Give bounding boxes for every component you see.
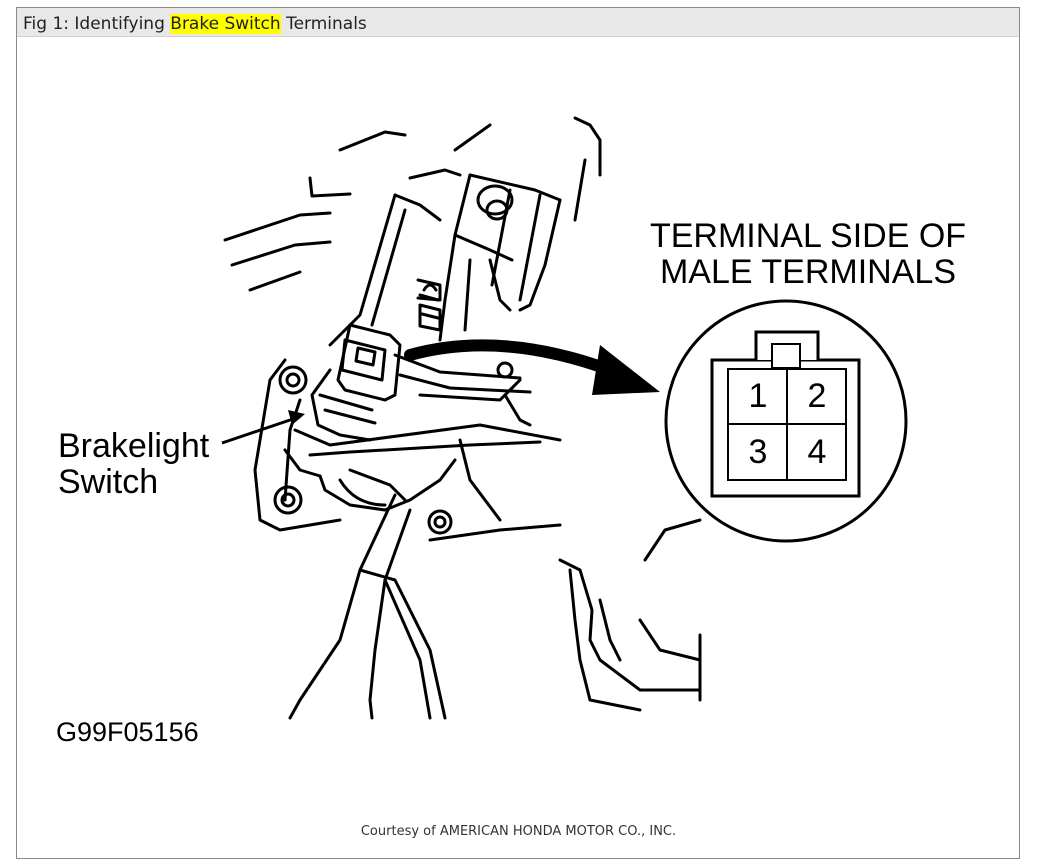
terminal-side-label-line2: MALE TERMINALS — [660, 253, 956, 291]
connector-terminal-view — [664, 299, 908, 543]
terminal-4: 4 — [808, 433, 827, 471]
terminal-side-label-line1: TERMINAL SIDE OF — [650, 217, 966, 255]
brakelight-switch-label-line1: Brakelight — [58, 427, 210, 465]
terminal-2: 2 — [808, 377, 827, 415]
brake-switch-diagram: 1 2 3 4 TERMINAL SIDE OF MALE TERMINALS … — [56, 116, 966, 747]
figure-code: G99F05156 — [56, 717, 199, 747]
courtesy-credit: Courtesy of AMERICAN HONDA MOTOR CO., IN… — [360, 824, 677, 839]
terminal-3: 3 — [749, 433, 768, 471]
terminal-1: 1 — [749, 377, 768, 415]
brakelight-switch-label-line2: Switch — [58, 463, 158, 501]
